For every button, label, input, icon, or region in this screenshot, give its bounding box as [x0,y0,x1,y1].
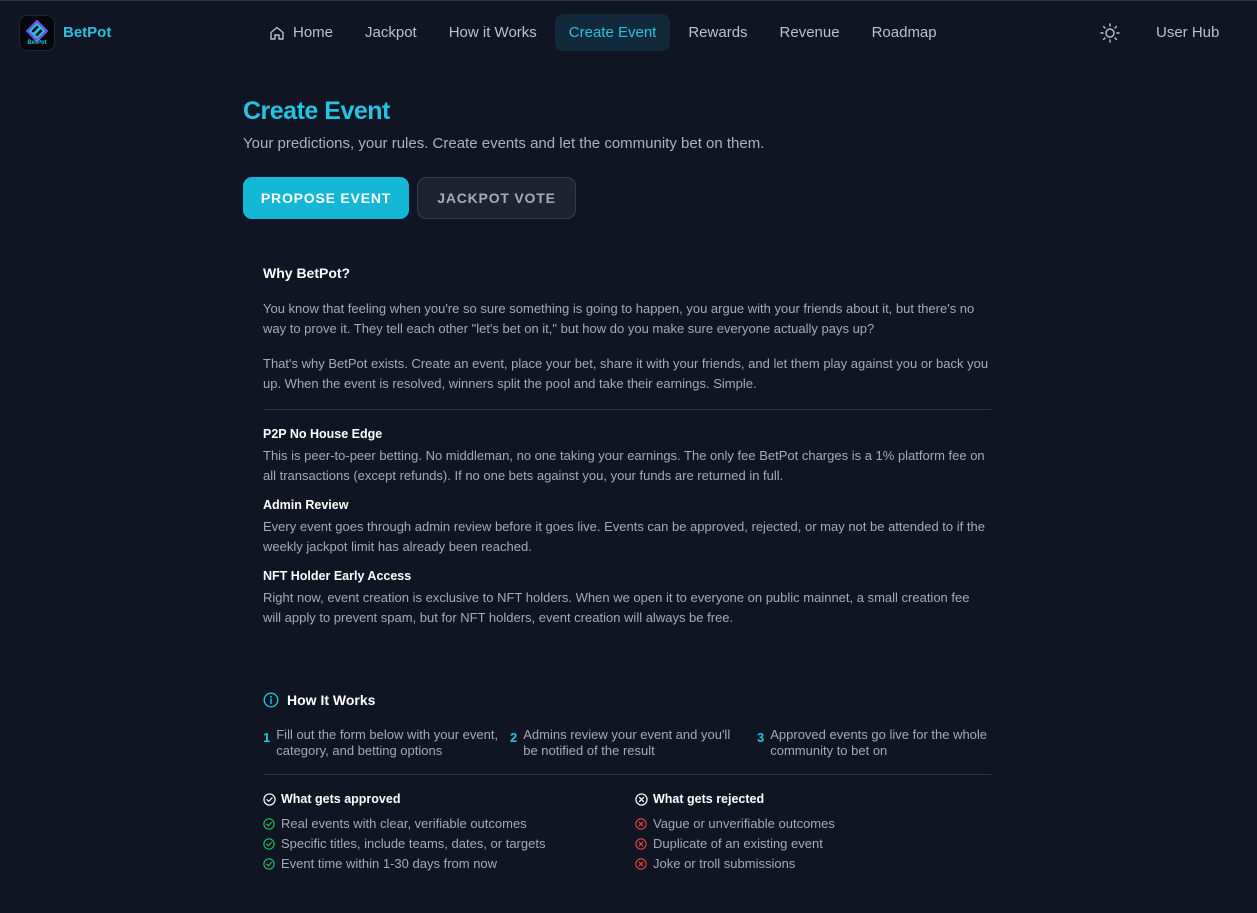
brand-name[interactable]: BetPot [63,24,111,41]
check-circle-icon [263,817,275,830]
jackpot-vote-button[interactable]: JACKPOT VOTE [417,177,576,219]
feature-text: Every event goes through admin review be… [263,519,985,554]
nav-item-home[interactable]: Home [255,14,347,51]
feature-text: This is peer-to-peer betting. No middlem… [263,448,985,483]
feature-title: NFT Holder Early Access [263,569,412,583]
logo-text: BetPot [27,40,47,46]
approved-item: Specific titles, include teams, dates, o… [263,836,545,851]
nav-item-label: Home [293,24,334,41]
approved-item-text: Specific titles, include teams, dates, o… [281,836,546,851]
step-item: 1 Fill out the form below with your even… [263,727,503,759]
divider [263,409,991,410]
why-title: Why BetPot? [263,265,351,281]
x-circle-icon [635,837,647,850]
step-item: 2 Admins review your event and you'll be… [510,727,742,759]
rejected-item: Joke or troll submissions [635,856,795,871]
step-number: 3 [757,730,765,745]
check-circle-icon [263,792,276,806]
step-number: 1 [263,730,271,745]
why-paragraph-1: You know that feeling when you're so sur… [263,301,975,336]
how-it-works-header: How It Works [263,692,375,708]
why-paragraph-2: That's why BetPot exists. Create an even… [263,356,989,391]
rejected-title: What gets rejected [653,792,765,806]
rejected-item: Vague or unverifiable outcomes [635,816,835,831]
brand-logo[interactable]: BetPot [19,15,55,51]
user-hub-link[interactable]: User Hub [1156,24,1219,41]
home-icon [270,26,284,40]
nav-item-create-event[interactable]: Create Event [554,14,671,51]
approved-header: What gets approved [263,792,400,806]
step-text: Admins review your event and you'll be n… [523,727,731,758]
step-item: 3 Approved events go live for the whole … [757,727,997,759]
feature-title: P2P No House Edge [263,427,383,441]
nav-item-label: Roadmap [871,24,937,41]
nav-item-jackpot[interactable]: Jackpot [351,14,431,51]
info-icon [263,692,279,708]
approved-item: Real events with clear, verifiable outco… [263,816,527,831]
rejected-item-text: Duplicate of an existing event [653,836,823,851]
rejected-item: Duplicate of an existing event [635,836,823,851]
check-circle-icon [263,837,275,850]
nav-item-rewards[interactable]: Rewards [674,14,761,51]
nav-menu: Home Jackpot How it Works Create Event R… [255,14,951,52]
rejected-header: What gets rejected [635,792,764,806]
nav-item-label: Jackpot [365,24,417,41]
approved-item: Event time within 1-30 days from now [263,856,497,871]
nav-item-revenue[interactable]: Revenue [766,14,854,51]
nav-item-label: Create Event [568,24,657,41]
sun-icon[interactable] [1099,22,1121,44]
step-text: Fill out the form below with your event,… [276,727,499,758]
step-text: Approved events go live for the whole co… [770,727,988,758]
nav-item-label: How it Works [448,24,537,41]
propose-event-button[interactable]: PROPOSE EVENT [243,177,409,219]
logo-icon [26,20,48,42]
rejected-item-text: Vague or unverifiable outcomes [653,816,835,831]
page-title: Create Event [243,97,390,125]
rejected-item-text: Joke or troll submissions [653,856,796,871]
x-circle-icon [635,817,647,830]
approved-title: What gets approved [281,792,401,806]
step-number: 2 [510,730,518,745]
nav-item-roadmap[interactable]: Roadmap [858,14,951,51]
divider [263,774,991,775]
approved-item-text: Event time within 1-30 days from now [281,856,498,871]
x-circle-icon [635,792,648,806]
nav-item-label: Rewards [688,24,748,41]
check-circle-icon [263,857,275,870]
page-subtitle: Your predictions, your rules. Create eve… [243,135,765,152]
x-circle-icon [635,857,647,870]
top-nav: BetPot BetPot Home Jackpot How it Works … [0,0,1257,66]
feature-title: Admin Review [263,498,349,512]
approved-item-text: Real events with clear, verifiable outco… [281,816,527,831]
nav-item-how-it-works[interactable]: How it Works [435,14,551,51]
how-it-works-title: How It Works [287,692,376,708]
feature-text: Right now, event creation is exclusive t… [263,590,970,625]
nav-item-label: Revenue [779,24,840,41]
